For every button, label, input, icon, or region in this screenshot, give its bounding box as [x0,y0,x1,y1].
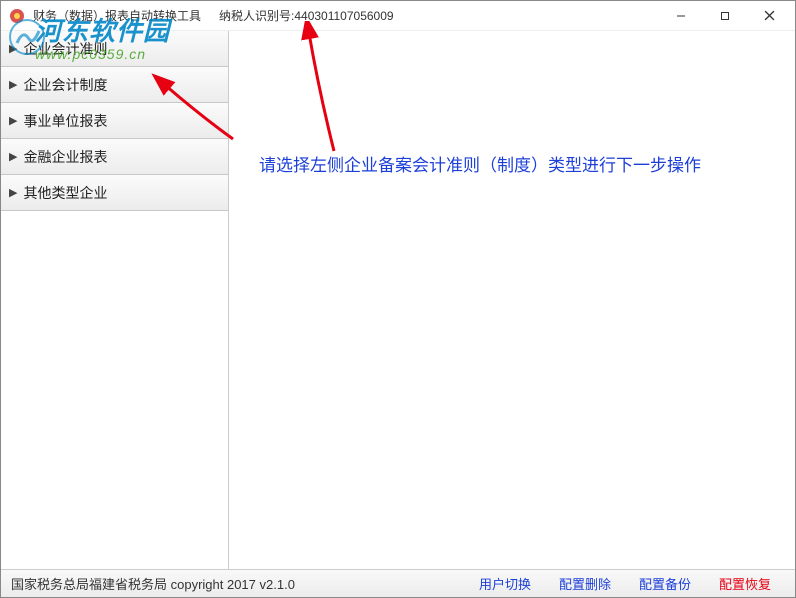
chevron-right-icon: ▶ [9,150,17,163]
config-delete-link[interactable]: 配置删除 [559,574,611,593]
sidebar-item-financial-enterprise[interactable]: ▶ 金融企业报表 [1,139,228,175]
titlebar: 财务（数据）报表自动转换工具 纳税人识别号:440301107056009 [1,1,795,31]
tax-id-value: 440301107056009 [294,9,393,23]
instruction-text: 请选择左侧企业备案会计准则（制度）类型进行下一步操作 [259,151,701,176]
chevron-right-icon: ▶ [9,78,17,91]
config-backup-link[interactable]: 配置备份 [639,574,691,593]
sidebar-item-label: 企业会计准则 [23,39,107,59]
annotation-arrow-up [289,21,349,161]
sidebar-item-label: 事业单位报表 [23,111,107,131]
sidebar-item-label: 其他类型企业 [23,183,107,203]
sidebar-item-institution-report[interactable]: ▶ 事业单位报表 [1,103,228,139]
content-area: ▶ 企业会计准则 ▶ 企业会计制度 ▶ 事业单位报表 ▶ 金融企业报表 ▶ 其他… [1,31,795,569]
user-switch-link[interactable]: 用户切换 [479,574,531,593]
chevron-right-icon: ▶ [9,186,17,199]
tax-label-text: 纳税人识别号: [219,9,294,23]
main-panel: 请选择左侧企业备案会计准则（制度）类型进行下一步操作 [229,31,795,569]
sidebar-item-accounting-system[interactable]: ▶ 企业会计制度 [1,67,228,103]
config-restore-link[interactable]: 配置恢复 [719,574,771,593]
tax-id-label: 纳税人识别号:440301107056009 [219,7,394,24]
sidebar-item-label: 企业会计制度 [23,75,107,95]
chevron-right-icon: ▶ [9,114,17,127]
status-copyright: 国家税务总局福建省税务局 copyright 2017 v2.1.0 [11,574,295,593]
close-button[interactable] [747,2,791,30]
sidebar-item-accounting-standard[interactable]: ▶ 企业会计准则 [1,31,228,67]
statusbar: 国家税务总局福建省税务局 copyright 2017 v2.1.0 用户切换 … [1,569,795,597]
sidebar-item-label: 金融企业报表 [23,147,107,167]
sidebar: ▶ 企业会计准则 ▶ 企业会计制度 ▶ 事业单位报表 ▶ 金融企业报表 ▶ 其他… [1,31,229,569]
app-icon [9,8,25,24]
sidebar-item-other-enterprise[interactable]: ▶ 其他类型企业 [1,175,228,211]
minimize-button[interactable] [659,2,703,30]
app-window: 财务（数据）报表自动转换工具 纳税人识别号:440301107056009 ▶ … [0,0,796,598]
maximize-button[interactable] [703,2,747,30]
chevron-right-icon: ▶ [9,42,17,55]
app-title: 财务（数据）报表自动转换工具 [33,7,201,24]
